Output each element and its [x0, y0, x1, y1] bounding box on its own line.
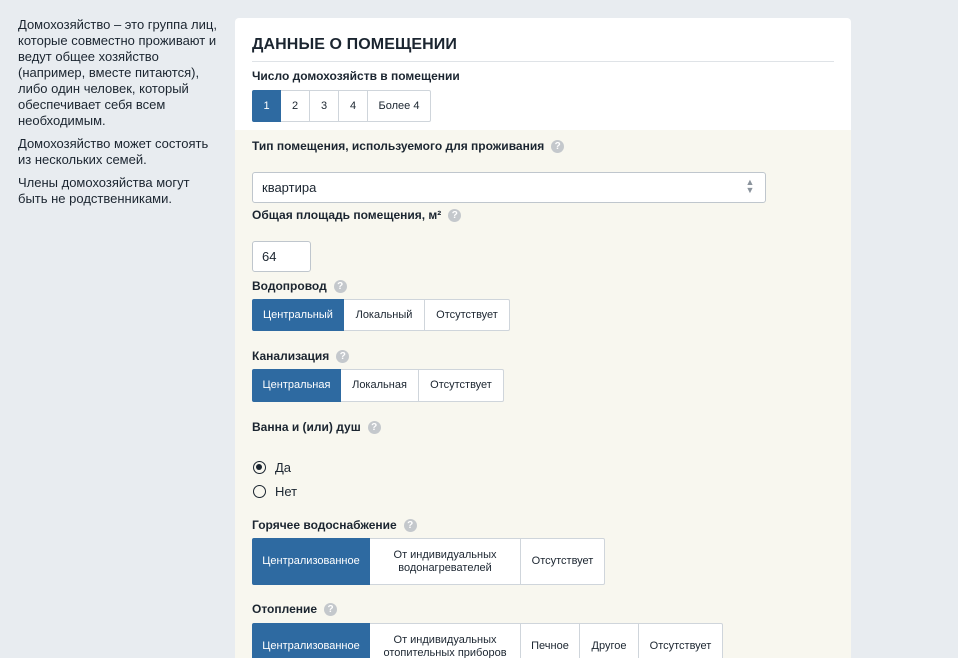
water-label-text: Водопровод — [252, 279, 327, 293]
water-option-central[interactable]: Центральный — [252, 299, 344, 331]
radio-checked-icon — [253, 461, 266, 474]
households-label: Число домохозяйств в помещении — [252, 69, 460, 83]
help-icon[interactable]: ? — [333, 279, 347, 293]
heating-option-none[interactable]: Отсутствует — [639, 623, 723, 658]
hot-water-label: Горячее водоснабжение ? — [252, 518, 417, 532]
sewage-selector: Центральная Локальная Отсутствует — [252, 369, 504, 402]
area-input[interactable]: 64 — [252, 241, 311, 272]
section-title: ДАННЫЕ О ПОМЕЩЕНИИ — [252, 36, 834, 62]
radio-unchecked-icon — [253, 485, 266, 498]
help-paragraph: Члены домохозяйства могут быть не родств… — [18, 175, 190, 206]
water-label: Водопровод ? — [252, 279, 347, 293]
households-option-3[interactable]: 3 — [310, 90, 339, 122]
bath-radio-yes-label: Да — [275, 460, 292, 475]
room-type-label: Тип помещения, используемого для прожива… — [252, 139, 565, 153]
room-type-value: квартира — [262, 180, 317, 195]
sewage-label-text: Канализация — [252, 349, 330, 363]
help-icon[interactable]: ? — [336, 349, 350, 363]
bath-label-text: Ванна и (или) душ — [252, 420, 361, 434]
hot-water-option-individual[interactable]: От индивидуальных водонагревателей — [370, 538, 521, 585]
households-option-4[interactable]: 4 — [339, 90, 368, 122]
select-arrows-icon: ▲ ▼ — [745, 177, 755, 195]
help-icon[interactable]: ? — [551, 139, 565, 153]
help-paragraph: Домохозяйство может состоять из нескольк… — [18, 136, 209, 167]
help-icon[interactable]: ? — [324, 602, 338, 616]
households-option-1[interactable]: 1 — [252, 90, 281, 122]
water-option-local[interactable]: Локальный — [344, 299, 425, 331]
hot-water-selector: Централизованное От индивидуальных водон… — [252, 538, 605, 585]
hot-water-option-none[interactable]: Отсутствует — [521, 538, 605, 585]
room-type-label-text: Тип помещения, используемого для прожива… — [252, 139, 545, 153]
help-icon[interactable]: ? — [403, 518, 417, 532]
sewage-option-local[interactable]: Локальная — [341, 369, 419, 402]
room-type-select[interactable]: квартира ▲ ▼ — [252, 172, 766, 203]
hot-water-option-central[interactable]: Централизованное — [252, 538, 370, 585]
water-selector: Центральный Локальный Отсутствует — [252, 299, 510, 331]
help-icon[interactable]: ? — [448, 208, 462, 222]
bath-radio-no[interactable]: Нет — [253, 484, 297, 499]
sewage-label: Канализация ? — [252, 349, 350, 363]
heating-label: Отопление ? — [252, 602, 338, 616]
help-paragraph: Домохозяйство – это группа лиц, которые … — [18, 17, 217, 128]
sewage-option-central[interactable]: Центральная — [252, 369, 341, 402]
heating-option-central[interactable]: Централизованное — [252, 623, 370, 658]
heating-option-other[interactable]: Другое — [580, 623, 639, 658]
premises-card: ДАННЫЕ О ПОМЕЩЕНИИ Число домохозяйств в … — [235, 18, 851, 658]
sidebar-help-text: Домохозяйство – это группа лиц, которые … — [18, 17, 218, 214]
households-option-2[interactable]: 2 — [281, 90, 310, 122]
households-selector: 1 2 3 4 Более 4 — [252, 90, 834, 122]
area-label-text: Общая площадь помещения, м² — [252, 208, 442, 222]
sewage-option-none[interactable]: Отсутствует — [419, 369, 504, 402]
premises-details: Тип помещения, используемого для прожива… — [235, 130, 851, 658]
area-label: Общая площадь помещения, м² ? — [252, 208, 462, 222]
heating-option-stove[interactable]: Печное — [521, 623, 580, 658]
bath-radio-yes[interactable]: Да — [253, 460, 291, 475]
water-option-none[interactable]: Отсутствует — [425, 299, 510, 331]
bath-radio-no-label: Нет — [275, 484, 298, 499]
heating-option-individual[interactable]: От индивидуальных отопительных приборов — [370, 623, 521, 658]
hot-water-label-text: Горячее водоснабжение — [252, 518, 397, 532]
households-option-more[interactable]: Более 4 — [368, 90, 431, 122]
heating-selector: Централизованное От индивидуальных отопи… — [252, 623, 723, 658]
bath-label: Ванна и (или) душ ? — [252, 420, 381, 434]
heating-label-text: Отопление — [252, 602, 318, 616]
help-icon[interactable]: ? — [367, 420, 381, 434]
